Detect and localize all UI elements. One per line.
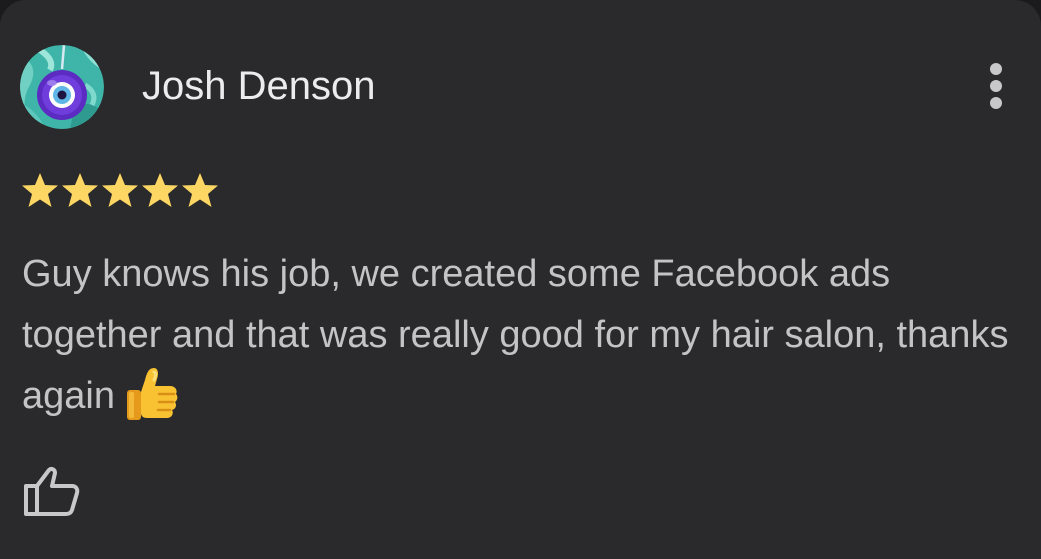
reviewer-name[interactable]: Josh Denson (142, 64, 375, 108)
thumbs-up-emoji (125, 366, 179, 422)
star-rating (20, 170, 220, 210)
more-vert-icon (990, 63, 1002, 109)
review-body: Guy knows his job, we created some Faceb… (22, 244, 1022, 427)
star-icon (20, 170, 60, 210)
more-options-button[interactable] (976, 58, 1016, 118)
evil-eye-avatar-icon (20, 45, 104, 129)
star-icon (180, 170, 220, 210)
like-button[interactable] (18, 462, 84, 522)
reviewer-avatar[interactable] (20, 45, 104, 129)
star-icon (140, 170, 180, 210)
star-icon (60, 170, 100, 210)
star-icon (100, 170, 140, 210)
thumb-up-outline-icon (24, 467, 80, 516)
review-card: Josh Denson Guy knows his job, we create… (0, 0, 1041, 559)
